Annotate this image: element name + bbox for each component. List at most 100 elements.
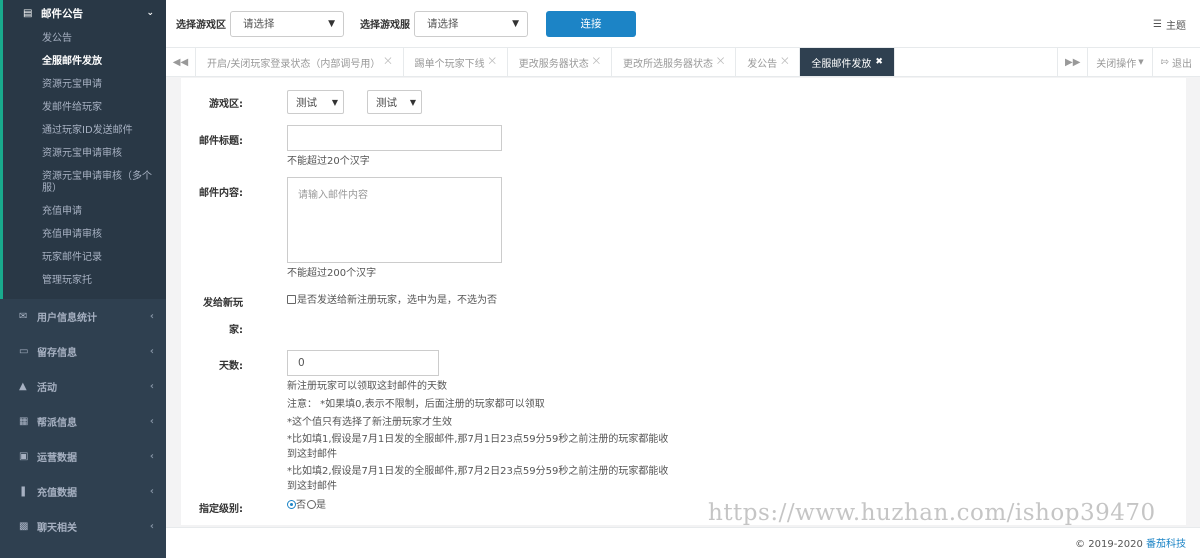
sidebar-item-mail-record[interactable]: 玩家邮件记录: [3, 247, 166, 270]
list-icon: ☰: [1153, 19, 1162, 30]
tab-label: 全服邮件发放: [811, 58, 872, 70]
form-zone-select-2[interactable]: 测试 ▼: [367, 90, 422, 114]
close-icon[interactable]: ⨉: [717, 57, 724, 67]
form-zone-select-1[interactable]: 测试 ▼: [287, 90, 344, 114]
form-zone-label: 游戏区:: [209, 99, 243, 110]
tab-actions: ▶▶ 关闭操作 ▼ ⇰ 退出: [1057, 48, 1200, 76]
newplayer-checkbox[interactable]: [287, 295, 296, 304]
image-icon: ▣: [19, 451, 29, 462]
close-icon[interactable]: ⨉: [781, 57, 788, 67]
mail-content-textarea[interactable]: 请输入邮件内容: [287, 177, 502, 263]
level-no-radio[interactable]: [287, 500, 296, 509]
sidebar-section-activity[interactable]: ▲ 活动 ‹: [0, 369, 166, 404]
envelope-icon: ✉: [19, 311, 28, 322]
tabs-scroll-left-button[interactable]: ◀◀: [166, 48, 196, 76]
sidebar-section-label: 用户信息统计: [37, 313, 97, 324]
sidebar-section-label: 充值数据: [37, 488, 77, 499]
chevron-down-icon: ▼: [331, 97, 338, 107]
level-no-label: 否: [296, 500, 306, 511]
mail-form: 游戏区: 测试 ▼ 测试 ▼ 邮件标题: 不能超过20个汉字 邮件内容: 请输入…: [181, 78, 1186, 525]
tab-selected-server-status[interactable]: 更改所选服务器状态 ⨉: [612, 48, 737, 76]
sidebar-item-server-mail[interactable]: 全服邮件发放: [3, 51, 166, 74]
sidebar-section-label: 聊天相关: [37, 523, 77, 534]
sidebar-item-recharge-review[interactable]: 充值申请审核: [3, 224, 166, 247]
title-help-text: 不能超过20个汉字: [287, 156, 370, 167]
level-yes-radio[interactable]: [307, 500, 316, 509]
tab-label: 更改服务器状态: [518, 58, 589, 70]
sidebar-section-label: 活动: [37, 383, 57, 394]
chevron-left-icon: ‹: [149, 346, 154, 357]
sidebar-section-mail-announcement[interactable]: ▤ 邮件公告 ⌄: [0, 0, 166, 26]
backward-icon: ◀◀: [172, 56, 189, 68]
chevron-left-icon: ‹: [149, 416, 154, 427]
sidebar-item-resource-review-multi[interactable]: 资源元宝申请审核（多个服）: [3, 166, 166, 201]
tab-announcement[interactable]: 发公告 ⨉: [736, 48, 801, 76]
level-radio-group: 否是: [287, 499, 326, 512]
tab-label: 发公告: [747, 58, 778, 70]
sidebar-item-manage-player[interactable]: 管理玩家托: [3, 270, 166, 293]
chat-icon: ▩: [19, 521, 29, 532]
sidebar-item-resource-apply[interactable]: 资源元宝申请: [3, 74, 166, 97]
footer: © 2019-2020 番茄科技: [166, 527, 1200, 558]
days-help-1: 新注册玩家可以领取这封邮件的天数: [287, 381, 447, 392]
theme-label: 主题: [1166, 21, 1186, 32]
brand-link[interactable]: 番茄科技: [1146, 539, 1186, 550]
server-select-value: 请选择: [427, 18, 459, 30]
days-input[interactable]: 0: [287, 350, 439, 376]
close-icon[interactable]: ⨉: [489, 57, 496, 67]
close-icon[interactable]: ✖: [875, 57, 883, 67]
tab-label: 开启/关闭玩家登录状态（内部调号用）: [207, 58, 381, 70]
form-newplayer-label-1: 发给新玩: [203, 298, 243, 309]
tab-server-mail[interactable]: 全服邮件发放 ✖: [800, 48, 895, 76]
select-value: 测试: [376, 96, 397, 109]
flask-icon: ▲: [19, 381, 27, 392]
tab-server-status[interactable]: 更改服务器状态 ⨉: [508, 48, 612, 76]
sidebar-item-resource-review[interactable]: 资源元宝申请审核: [3, 143, 166, 166]
sidebar-section-chat[interactable]: ▩ 聊天相关 ‹: [0, 509, 166, 544]
select-value: 测试: [296, 96, 317, 109]
sidebar-section-operation[interactable]: ▣ 运营数据 ‹: [0, 439, 166, 474]
sidebar-section-user-stats[interactable]: ✉ 用户信息统计 ‹: [0, 299, 166, 334]
mail-title-input[interactable]: [287, 125, 502, 151]
sign-out-icon: ⇰: [1160, 56, 1169, 68]
sidebar-item-mail-player[interactable]: 发邮件给玩家: [3, 97, 166, 120]
zone-select-label: 选择游戏区: [176, 20, 226, 31]
sidebar-section-retention[interactable]: ▭ 留存信息 ‹: [0, 334, 166, 369]
sidebar-item-send-announcement[interactable]: 发公告: [3, 28, 166, 51]
zone-select[interactable]: 请选择 ▼: [230, 10, 344, 37]
days-help-4a: *比如填1,假设是7月1日发的全服邮件,那7月1日23点59分59秒之前注册的玩…: [287, 434, 669, 445]
zone-select-value: 请选择: [243, 18, 275, 30]
tab-login-state[interactable]: 开启/关闭玩家登录状态（内部调号用） ⨉: [196, 48, 404, 76]
chevron-left-icon: ‹: [149, 381, 154, 392]
exit-button[interactable]: ⇰ 退出: [1151, 48, 1200, 76]
newplayer-checkbox-row[interactable]: 是否发送给新注册玩家，选中为是，不选为否: [287, 294, 497, 307]
theme-button[interactable]: ☰ 主题: [1153, 17, 1186, 32]
watermark: https://www.huzhan.com/ishop39470: [708, 500, 1156, 526]
grid-icon: ▦: [19, 416, 29, 427]
sidebar-item-recharge-apply[interactable]: 充值申请: [3, 201, 166, 224]
tab-kick-player[interactable]: 踢单个玩家下线 ⨉: [404, 48, 508, 76]
days-help-2: 注意： *如果填0,表示不限制，后面注册的玩家都可以领取: [287, 399, 545, 410]
close-icon[interactable]: ⨉: [593, 57, 600, 67]
close-operations-label: 关闭操作: [1096, 58, 1137, 70]
sidebar-section-recharge[interactable]: ❚ 充值数据 ‹: [0, 474, 166, 509]
copyright: © 2019-2020 番茄科技: [1075, 535, 1186, 550]
server-select-label: 选择游戏服: [360, 20, 410, 31]
connect-button[interactable]: 连接: [546, 10, 636, 37]
sidebar-item-mail-by-id[interactable]: 通过玩家ID发送邮件: [3, 120, 166, 143]
forward-icon: ▶▶: [1065, 56, 1081, 68]
chevron-left-icon: ‹: [149, 311, 154, 322]
caret-down-icon: ▼: [1138, 58, 1144, 66]
cutlery-icon: ❚: [19, 486, 28, 497]
days-help-5b: 到这封邮件: [287, 481, 337, 492]
tabs-scroll-right-button[interactable]: ▶▶: [1057, 48, 1087, 76]
close-operations-dropdown[interactable]: 关闭操作 ▼: [1087, 48, 1151, 76]
server-select[interactable]: 请选择 ▼: [414, 10, 528, 37]
chevron-left-icon: ‹: [149, 521, 154, 532]
close-icon[interactable]: ⨉: [384, 57, 391, 67]
sidebar-section-label: 运营数据: [37, 453, 77, 464]
page-tabs: ◀◀ 开启/关闭玩家登录状态（内部调号用） ⨉ 踢单个玩家下线 ⨉ 更改服务器状态 ⨉…: [166, 48, 1200, 77]
form-content-label: 邮件内容:: [199, 188, 243, 199]
top-toolbar: 选择游戏区 请选择 ▼ 选择游戏服 请选择 ▼ 连接 ☰ 主题: [166, 0, 1200, 48]
sidebar-section-guild[interactable]: ▦ 帮派信息 ‹: [0, 404, 166, 439]
